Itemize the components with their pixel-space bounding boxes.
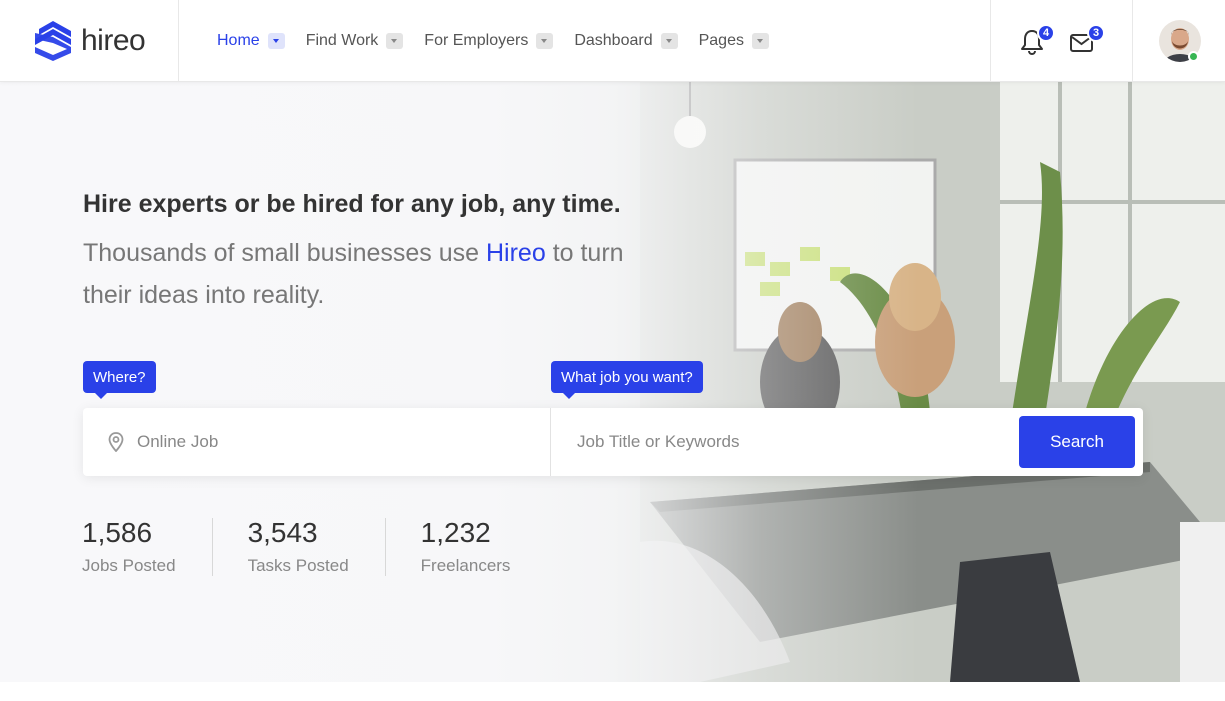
main-nav: Home Find Work For Employers Dashboard P…	[217, 0, 790, 82]
header-divider	[1132, 0, 1133, 82]
where-tag: Where?	[83, 361, 156, 399]
stat-value: 3,543	[247, 517, 318, 548]
nav-item-dashboard[interactable]: Dashboard	[574, 32, 678, 50]
online-status-dot	[1188, 51, 1199, 62]
stat-tasks-posted: 3,543 Tasks Posted	[211, 517, 385, 576]
hero-headline: Hire experts or be hired for any job, an…	[83, 190, 621, 218]
chevron-down-icon	[536, 33, 554, 49]
search-button[interactable]: Search	[1019, 416, 1135, 468]
chevron-down-icon	[267, 33, 285, 49]
hero-section: Hire experts or be hired for any job, an…	[0, 82, 1225, 682]
hero-subline-text: Thousands of small businesses use	[83, 239, 486, 267]
chevron-down-icon	[751, 33, 769, 49]
chevron-down-icon	[386, 33, 404, 49]
nav-item-home[interactable]: Home	[217, 32, 285, 50]
search-divider	[550, 408, 551, 476]
stat-label: Freelancers	[420, 556, 511, 575]
logo-text: hireo	[81, 24, 146, 57]
search-bar: Search	[83, 408, 1143, 476]
messages-button[interactable]: 3	[1069, 24, 1105, 56]
header-divider	[178, 0, 179, 82]
stats-row: 1,586 Jobs Posted 3,543 Tasks Posted 1,2…	[82, 518, 546, 576]
stat-freelancers: 1,232 Freelancers	[384, 517, 547, 576]
chevron-down-icon	[660, 33, 678, 49]
logo[interactable]: hireo	[33, 18, 146, 64]
stat-label: Tasks Posted	[247, 556, 349, 575]
nav-item-for-employers[interactable]: For Employers	[424, 32, 554, 50]
stat-value: 1,232	[420, 517, 491, 548]
nav-item-pages[interactable]: Pages	[699, 32, 769, 50]
what-job-tag: What job you want?	[551, 361, 703, 399]
nav-item-label: Pages	[698, 32, 744, 49]
hireo-logo-icon	[35, 21, 71, 61]
nav-item-label: Find Work	[305, 32, 379, 49]
message-count-badge: 3	[1087, 24, 1105, 42]
notifications-button[interactable]: 4	[1019, 24, 1055, 56]
stat-jobs-posted: 1,586 Jobs Posted	[82, 518, 212, 576]
nav-item-find-work[interactable]: Find Work	[306, 32, 404, 50]
header-divider	[990, 0, 991, 82]
location-pin-icon	[108, 432, 124, 452]
nav-item-label: Dashboard	[574, 32, 653, 49]
stat-value: 1,586	[82, 517, 153, 548]
hero-subline-brand: Hireo	[486, 239, 546, 267]
nav-item-label: Home	[217, 32, 260, 49]
site-header: hireo Home Find Work For Employers Dashb…	[0, 0, 1225, 82]
stat-label: Jobs Posted	[82, 556, 176, 575]
nav-item-label: For Employers	[424, 32, 529, 49]
keywords-input[interactable]	[577, 430, 997, 454]
notification-count-badge: 4	[1037, 24, 1055, 42]
hero-subline: Thousands of small businesses use Hireo …	[83, 232, 663, 316]
location-input[interactable]	[137, 430, 517, 454]
